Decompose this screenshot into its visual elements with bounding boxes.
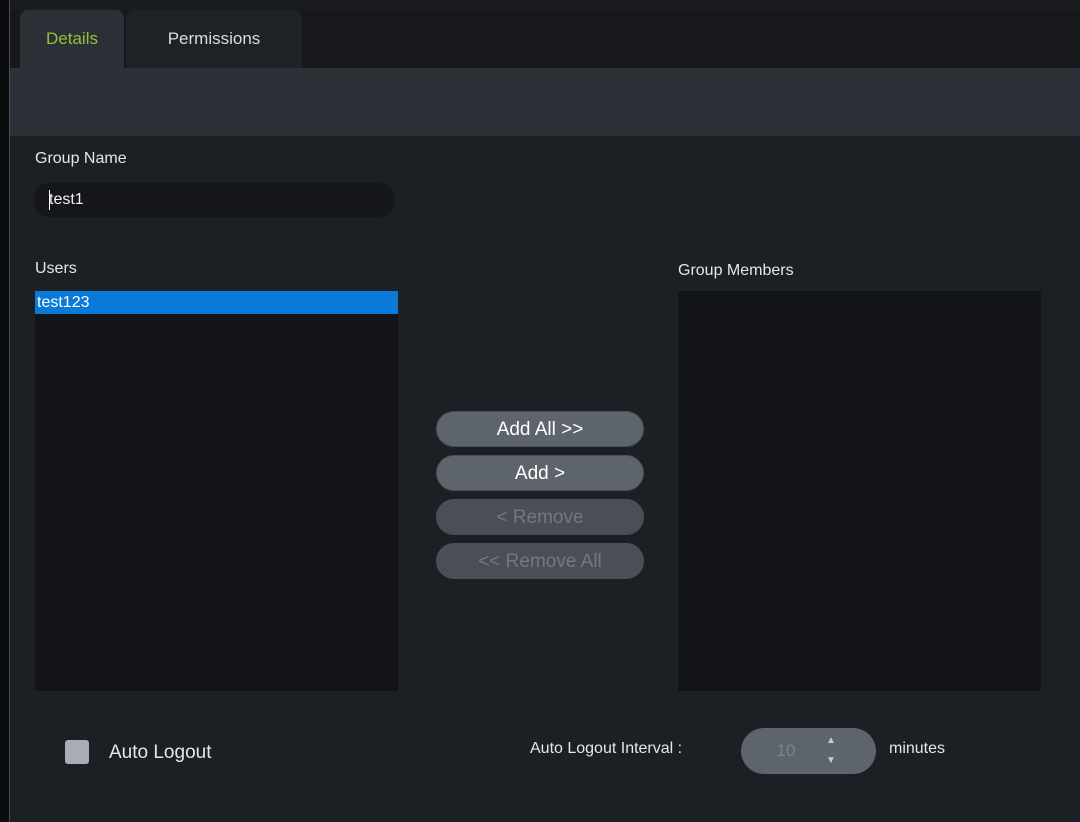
add-all-button[interactable]: Add All >> bbox=[436, 411, 644, 447]
group-members-list[interactable] bbox=[678, 291, 1041, 691]
group-members-label: Group Members bbox=[678, 262, 794, 279]
auto-logout-interval-label: Auto Logout Interval : bbox=[530, 740, 683, 757]
remove-button[interactable]: < Remove bbox=[436, 499, 644, 535]
users-list[interactable]: test123 bbox=[35, 291, 398, 691]
group-name-input[interactable]: test1 bbox=[33, 183, 395, 217]
auto-logout-interval-spinner[interactable]: 10 ▲ ▼ bbox=[741, 728, 876, 774]
tab-details[interactable]: Details bbox=[20, 10, 124, 68]
text-caret bbox=[49, 190, 50, 210]
tab-permissions[interactable]: Permissions bbox=[126, 10, 302, 68]
interval-unit-label: minutes bbox=[889, 740, 946, 757]
spin-up-icon[interactable]: ▲ bbox=[823, 736, 839, 746]
list-item[interactable]: test123 bbox=[35, 291, 398, 314]
group-editor-window: Details Permissions Group Name test1 Use… bbox=[0, 0, 1080, 822]
remove-all-button[interactable]: << Remove All bbox=[436, 543, 644, 579]
toolbar-strip bbox=[10, 68, 1080, 136]
add-button[interactable]: Add > bbox=[436, 455, 644, 491]
window-top-strip bbox=[10, 0, 1080, 10]
interval-value[interactable]: 10 bbox=[741, 728, 831, 774]
users-label: Users bbox=[35, 260, 77, 277]
auto-logout-label: Auto Logout bbox=[109, 742, 212, 763]
group-name-label: Group Name bbox=[35, 150, 127, 167]
auto-logout-checkbox[interactable] bbox=[65, 740, 89, 764]
window-left-border bbox=[0, 0, 9, 822]
spin-down-icon[interactable]: ▼ bbox=[823, 756, 839, 766]
